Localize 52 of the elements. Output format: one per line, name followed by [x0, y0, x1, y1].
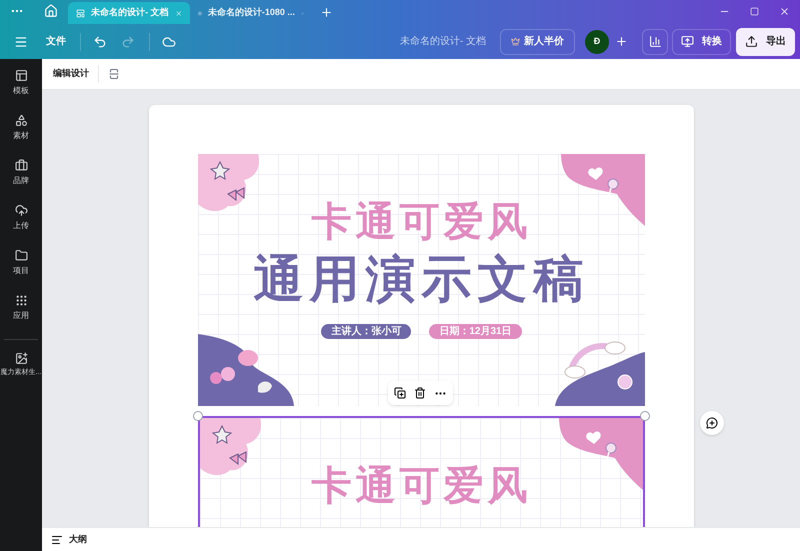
tab-label: 未命名的设计-1080 ... — [208, 6, 295, 20]
close-icon[interactable] — [779, 6, 790, 17]
shapes-icon — [14, 114, 28, 127]
convert-button[interactable]: 转换 — [672, 28, 731, 54]
crown-icon — [511, 37, 520, 46]
tab-label: 未命名的设计- 文档 — [91, 6, 169, 20]
sidebar-item[interactable]: 项目 — [0, 249, 42, 294]
cloud-icon[interactable] — [162, 34, 176, 48]
slide-subtitle: 通用演示文稿 — [254, 250, 590, 309]
new-tab-icon[interactable] — [320, 6, 333, 19]
presenter-label: 主讲人：张小可 — [321, 324, 412, 339]
slide[interactable]: 卡通可爱风 通用演示文稿 主讲人：张小可 日期：12月31日 — [198, 154, 645, 406]
undo-icon[interactable] — [93, 34, 107, 48]
folder-icon — [14, 249, 28, 262]
template-icon — [14, 69, 28, 82]
sidebar-item[interactable]: 应用 — [0, 294, 42, 339]
trash-icon[interactable] — [414, 387, 426, 399]
duplicate-icon[interactable] — [394, 387, 406, 399]
image-sparkle-icon — [14, 352, 28, 365]
grid-icon — [14, 294, 28, 307]
maximize-icon[interactable] — [750, 7, 759, 16]
resize-handle[interactable] — [193, 411, 203, 421]
insights-button[interactable] — [642, 28, 668, 54]
bar-chart-icon — [648, 35, 662, 48]
upload-icon — [745, 35, 758, 48]
comment-button[interactable] — [700, 411, 724, 435]
home-icon[interactable] — [44, 4, 58, 18]
sidebar-item[interactable]: 上传 — [0, 204, 42, 249]
briefcase-icon — [14, 159, 28, 172]
promo-button[interactable]: 新人半价 — [500, 28, 575, 54]
sidebar-item[interactable]: 模板 — [0, 69, 42, 114]
document-icon — [76, 8, 86, 18]
outline-label[interactable]: 大纲 — [69, 532, 87, 546]
browser-tab[interactable]: 未命名的设计-1080 ... — [190, 2, 312, 24]
file-menu[interactable]: 文件 — [46, 34, 66, 49]
resize-handle[interactable] — [640, 411, 650, 421]
monitor-icon — [681, 35, 694, 48]
sidebar-item[interactable]: 品牌 — [0, 159, 42, 204]
cloud-upload-icon — [14, 204, 28, 217]
add-icon[interactable] — [615, 35, 628, 48]
avatar[interactable]: Đ — [585, 30, 609, 54]
document-title: 未命名的设计- 文档 — [400, 34, 486, 49]
export-button[interactable]: 导出 — [736, 28, 795, 56]
comment-add-icon — [706, 417, 718, 429]
sidebar-item[interactable]: 素材 — [0, 114, 42, 159]
outline-icon[interactable] — [51, 534, 63, 546]
menu-icon[interactable] — [14, 34, 28, 48]
slide-title: 卡通可爱风 — [312, 463, 532, 510]
edit-design-label: 编辑设计 — [53, 67, 89, 80]
slide-title: 卡通可爱风 — [312, 199, 532, 246]
date-label: 日期：12月31日 — [429, 324, 522, 339]
spacing-icon[interactable] — [108, 68, 120, 80]
